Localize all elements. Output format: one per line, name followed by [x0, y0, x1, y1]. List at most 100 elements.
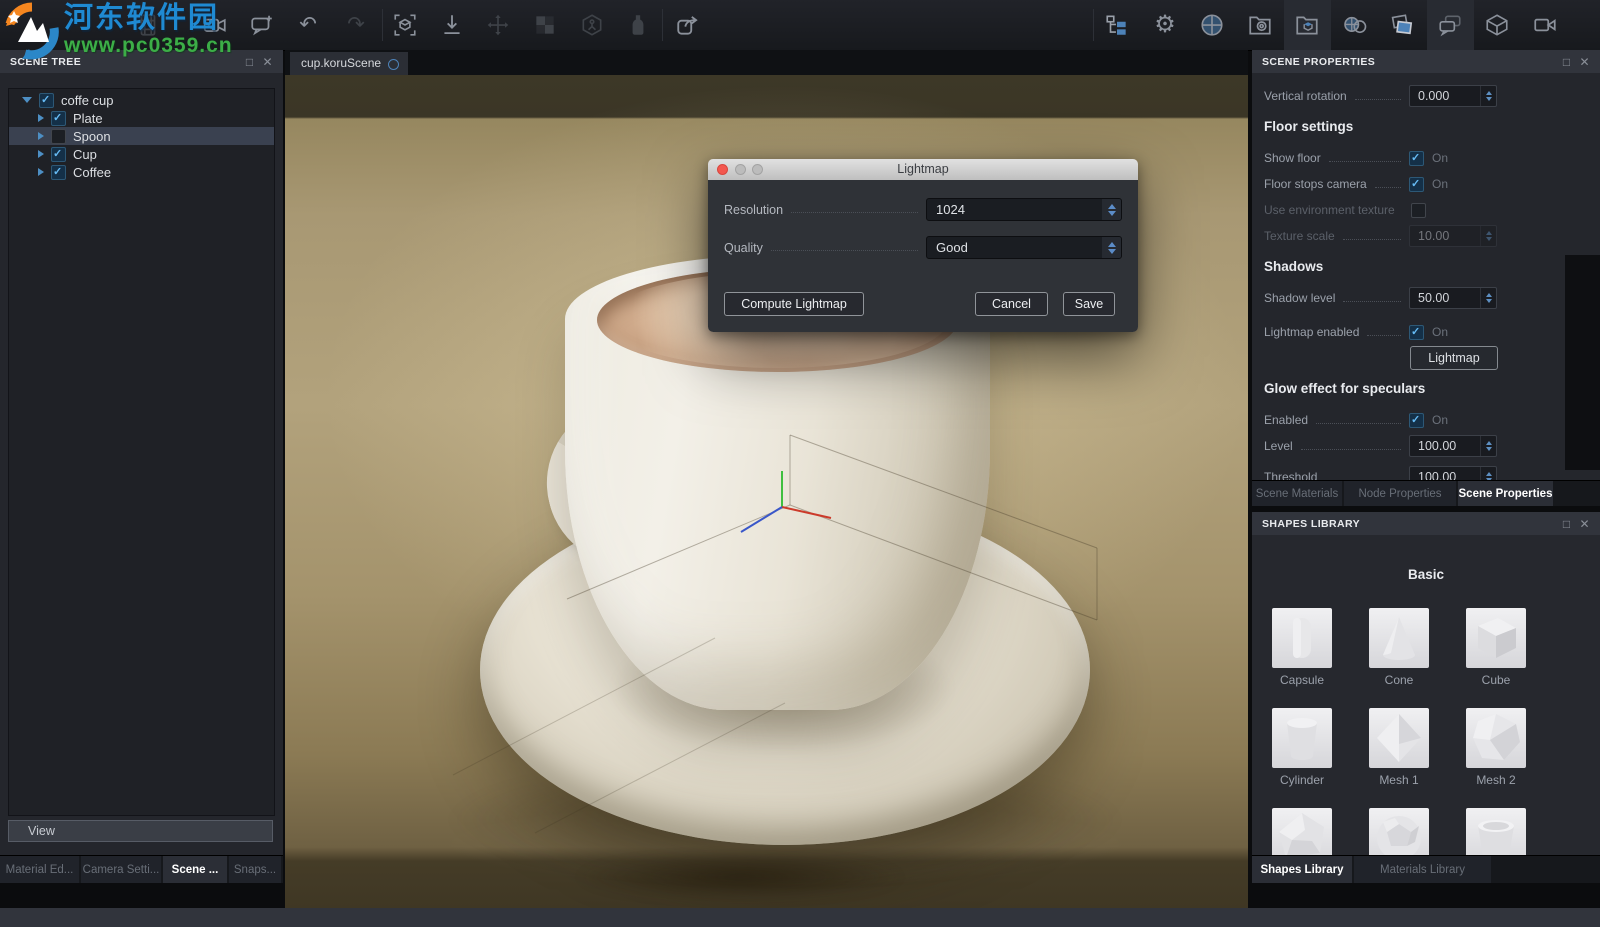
watermark-site-url: www.pc0359.cn	[64, 34, 233, 57]
tab-materials-library[interactable]: Materials Library	[1354, 856, 1491, 883]
camera-library-icon[interactable]	[1247, 12, 1273, 38]
bottle-icon[interactable]	[625, 12, 651, 38]
shape-cone[interactable]: Cone	[1349, 608, 1449, 687]
scene-tree-panel-icon[interactable]	[1104, 12, 1130, 38]
tab-scene-materials[interactable]: Scene Materials	[1252, 481, 1342, 506]
glow-threshold-spinner[interactable]: 100.00	[1409, 466, 1497, 481]
shadow-level-spinner[interactable]: 50.00	[1409, 287, 1497, 309]
expander-right-icon[interactable]	[38, 168, 44, 176]
use-environment-texture-checkbox[interactable]	[1411, 203, 1426, 218]
expander-right-icon[interactable]	[38, 114, 44, 122]
spinner-stepper-icon[interactable]	[1480, 86, 1496, 106]
vertical-rotation-spinner[interactable]: 0.000	[1409, 85, 1497, 107]
glow-threshold-row: Threshold 100.00	[1264, 466, 1497, 481]
minimize-traffic-light[interactable]	[735, 164, 746, 175]
show-floor-checkbox[interactable]	[1409, 151, 1424, 166]
scene-document-tab[interactable]: cup.koruScene	[290, 52, 408, 75]
panel-close-icon[interactable]: ✕	[263, 56, 273, 68]
texture-scale-spinner[interactable]: 10.00	[1409, 225, 1497, 247]
gear-icon[interactable]: ⚙	[1152, 12, 1178, 38]
panel-detach-icon[interactable]: □	[1563, 518, 1571, 530]
comments-icon[interactable]	[1437, 12, 1463, 38]
spinner-stepper-icon[interactable]	[1480, 467, 1496, 481]
viewport-tabbar: cup.koruScene	[285, 50, 1248, 75]
move-icon[interactable]	[485, 12, 511, 38]
glow-enabled-checkbox[interactable]	[1409, 413, 1424, 428]
tab-node-properties[interactable]: Node Properties	[1344, 481, 1456, 506]
properties-scrollbar-track[interactable]	[1565, 255, 1600, 470]
shape-capsule[interactable]: Capsule	[1252, 608, 1352, 687]
select-stepper-icon[interactable]	[1102, 237, 1121, 258]
save-button[interactable]: Save	[1063, 292, 1115, 316]
cancel-button[interactable]: Cancel	[975, 292, 1048, 316]
spinner-stepper-icon[interactable]	[1480, 226, 1496, 246]
share-export-icon[interactable]	[675, 12, 701, 38]
floor-stops-camera-checkbox[interactable]	[1409, 177, 1424, 192]
redo-icon[interactable]: ↷	[343, 12, 369, 38]
floor-stops-camera-row: Floor stops camera On	[1264, 173, 1497, 195]
expander-right-icon[interactable]	[38, 150, 44, 158]
tree-row-cup[interactable]: Cup	[9, 145, 274, 163]
glow-level-spinner[interactable]: 100.00	[1409, 435, 1497, 457]
resolution-label: Resolution	[724, 203, 783, 217]
panel-detach-icon[interactable]: □	[1563, 56, 1571, 68]
zoom-traffic-light[interactable]	[752, 164, 763, 175]
shape-cylinder[interactable]: Cylinder	[1252, 708, 1352, 787]
panel-close-icon[interactable]: ✕	[1580, 518, 1590, 530]
dialog-titlebar[interactable]: Lightmap	[708, 159, 1138, 180]
shape-cube[interactable]: Cube	[1446, 608, 1546, 687]
tab-material-editor[interactable]: Material Ed...	[0, 856, 79, 883]
tab-shapes-library[interactable]: Shapes Library	[1252, 856, 1352, 883]
fit-view-icon[interactable]	[392, 12, 418, 38]
visibility-checkbox[interactable]	[51, 165, 66, 180]
select-stepper-icon[interactable]	[1102, 199, 1121, 220]
resolution-select[interactable]: 1024	[926, 198, 1122, 221]
shape-mesh-1[interactable]: Mesh 1	[1349, 708, 1449, 787]
visibility-checkbox[interactable]	[51, 129, 66, 144]
checkerboard-icon[interactable]	[532, 12, 558, 38]
undo-icon[interactable]: ↶	[295, 12, 321, 38]
vertical-rotation-label: Vertical rotation	[1264, 89, 1347, 103]
quality-select[interactable]: Good	[926, 236, 1122, 259]
close-traffic-light[interactable]	[717, 164, 728, 175]
view-button[interactable]: View	[8, 820, 273, 842]
tab-scene-properties[interactable]: Scene Properties	[1458, 481, 1553, 506]
tab-snapshots[interactable]: Snaps...	[229, 856, 281, 883]
visibility-checkbox[interactable]	[39, 93, 54, 108]
on-label: On	[1432, 413, 1448, 427]
floor-settings-heading: Floor settings	[1264, 119, 1353, 134]
add-comment-icon[interactable]	[249, 12, 275, 38]
lightmap-button[interactable]: Lightmap	[1410, 346, 1498, 370]
panel-detach-icon[interactable]: □	[246, 56, 254, 68]
panel-close-icon[interactable]: ✕	[1580, 56, 1590, 68]
shapes-library-icon[interactable]	[1294, 12, 1320, 38]
modified-indicator-icon[interactable]	[388, 59, 399, 70]
images-icon[interactable]	[1389, 12, 1415, 38]
show-floor-row: Show floor On	[1264, 147, 1497, 169]
tab-scene[interactable]: Scene ...	[163, 856, 227, 883]
resolution-row: Resolution 1024	[724, 198, 1122, 221]
tree-row-plate[interactable]: Plate	[9, 109, 274, 127]
expander-down-icon[interactable]	[22, 97, 32, 103]
camera-view-icon[interactable]	[1532, 12, 1558, 38]
lightmap-enabled-checkbox[interactable]	[1409, 325, 1424, 340]
node-graph-icon[interactable]	[579, 12, 605, 38]
visibility-checkbox[interactable]	[51, 111, 66, 126]
tab-camera-settings[interactable]: Camera Setti...	[81, 856, 161, 883]
dotted-leader	[1355, 99, 1401, 100]
import-icon[interactable]	[439, 12, 465, 38]
expander-right-icon[interactable]	[38, 132, 44, 140]
materials-library-icon[interactable]	[1342, 12, 1368, 38]
tree-row-spoon[interactable]: Spoon	[9, 127, 274, 145]
visibility-checkbox[interactable]	[51, 147, 66, 162]
environment-sphere-icon[interactable]	[1199, 12, 1225, 38]
glow-level-row: Level 100.00	[1264, 435, 1497, 457]
tree-row-coffe-cup[interactable]: coffe cup	[9, 91, 274, 109]
cube-icon[interactable]	[1484, 12, 1510, 38]
spinner-stepper-icon[interactable]	[1480, 288, 1496, 308]
compute-lightmap-button[interactable]: Compute Lightmap	[724, 292, 864, 316]
shadow-level-value: 50.00	[1410, 288, 1480, 308]
spinner-stepper-icon[interactable]	[1480, 436, 1496, 456]
tree-row-coffee[interactable]: Coffee	[9, 163, 274, 181]
shape-mesh-2[interactable]: Mesh 2	[1446, 708, 1546, 787]
